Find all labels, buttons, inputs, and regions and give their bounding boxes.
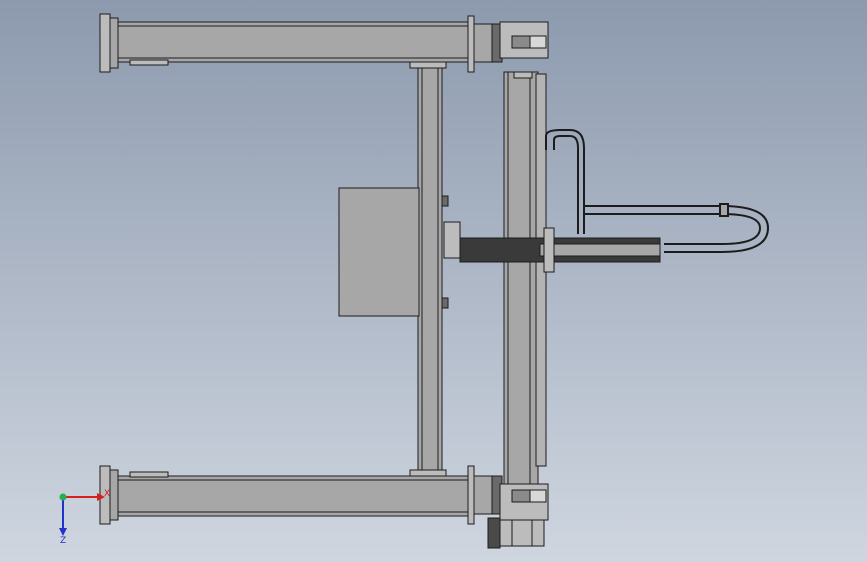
top-bracket[interactable] [511,35,547,49]
x-axis-label: X [104,489,110,499]
control-box[interactable] [338,187,420,317]
main-rail[interactable] [499,21,549,521]
drive-motor[interactable] [487,517,545,549]
bottom-bracket[interactable] [511,489,547,503]
z-axis-label: Z [60,536,66,546]
cad-viewport[interactable]: X Z [0,0,867,562]
cad-drawing: X Z [0,0,867,562]
